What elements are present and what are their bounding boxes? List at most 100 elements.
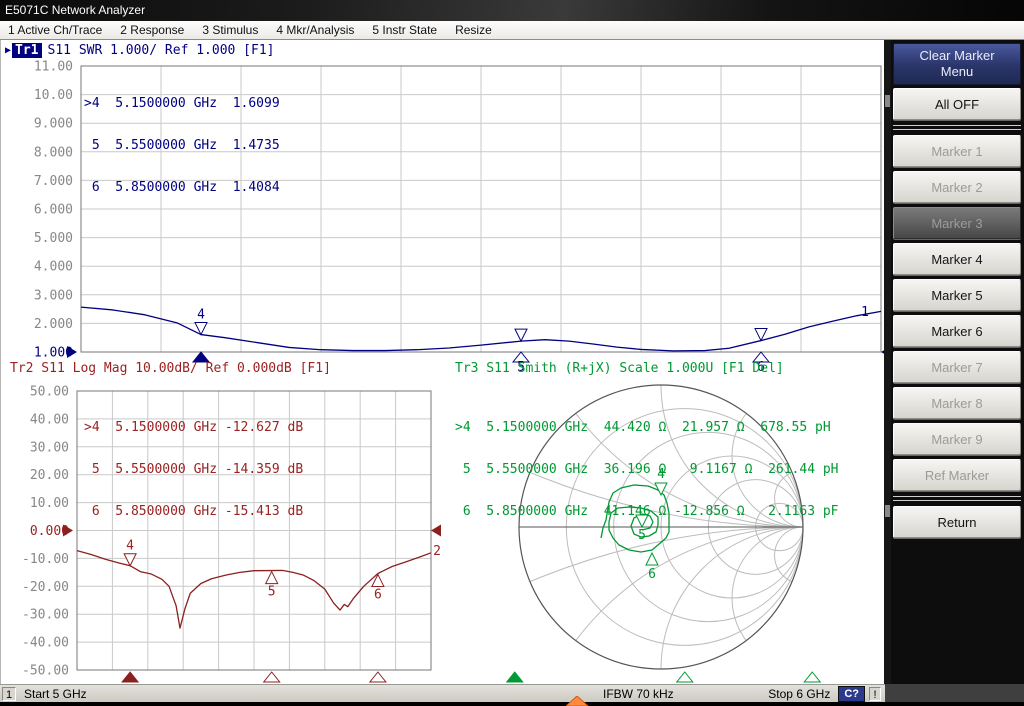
y-axis-label: 10.00: [34, 88, 73, 103]
marker-triangle: [755, 329, 767, 341]
y-axis-label: 5.000: [34, 231, 73, 246]
y-axis-label: -40.00: [22, 636, 69, 651]
tr3-marker-row: >4 5.1500000 GHz 44.420 Ω 21.957 Ω 678.5…: [455, 421, 839, 435]
softkey-marker-5[interactable]: Marker 5: [893, 279, 1021, 311]
softkey-marker-9: Marker 9: [893, 423, 1021, 455]
smith-reactance-arc: [519, 527, 885, 684]
marker-triangle: [372, 574, 384, 586]
y-axis-label: 6.000: [34, 203, 73, 218]
marker-triangle: [515, 329, 527, 341]
tr1-badge[interactable]: Tr1: [12, 43, 41, 58]
softkey-ref-marker: Ref Marker: [893, 459, 1021, 491]
tr3-marker-row: 5 5.5500000 GHz 36.196 Ω 9.1167 Ω 261.44…: [455, 463, 839, 477]
y-axis-label: 7.000: [34, 174, 73, 189]
menu-mkr-analysis[interactable]: 4 Mkr/Analysis: [272, 23, 358, 37]
menu-instr-state[interactable]: 5 Instr State: [368, 23, 441, 37]
scroll-nub: [885, 95, 890, 107]
smith-reactance-arc: [93, 527, 885, 684]
y-axis-label: -30.00: [22, 608, 69, 623]
y-axis-label: 30.00: [30, 440, 69, 455]
y-axis-label: 50.00: [30, 385, 69, 400]
tr2-plot: 2456: [63, 525, 441, 683]
stop-frequency-label[interactable]: Stop 6 GHz: [768, 687, 830, 701]
status-bar: 1 Start 5 GHz IFBW 70 kHz Stop 6 GHz C? …: [0, 684, 885, 702]
stimulus-marker-triangle: [677, 672, 693, 682]
softkey-marker-6[interactable]: Marker 6: [893, 315, 1021, 347]
softkey-all-off[interactable]: All OFF: [893, 88, 1021, 120]
tr3-marker-readout: >4 5.1500000 GHz 44.420 Ω 21.957 Ω 678.5…: [455, 393, 839, 547]
y-axis-label: 20.00: [30, 468, 69, 483]
tr2-marker-readout: >4 5.1500000 GHz -12.627 dB 5 5.5500000 …: [84, 393, 303, 547]
marker-triangle: [124, 554, 136, 566]
scroll-nub: [885, 505, 890, 517]
menu-resize[interactable]: Resize: [451, 23, 496, 37]
softkey-menu-title-line1: Clear Marker: [919, 48, 994, 64]
marker-triangle: [646, 553, 658, 565]
menu-stimulus[interactable]: 3 Stimulus: [198, 23, 262, 37]
softkey-marker-1: Marker 1: [893, 135, 1021, 167]
stimulus-marker-triangle: [264, 672, 280, 682]
tr2-marker-row: 6 5.8500000 GHz -15.413 dB: [84, 505, 303, 519]
tr2-marker-row: 5 5.5500000 GHz -14.359 dB: [84, 463, 303, 477]
stimulus-marker-triangle: [507, 672, 523, 682]
tr1-trace-number: 1: [861, 305, 869, 320]
tr2-header[interactable]: Tr2 S11 Log Mag 10.00dB/ Ref 0.000dB [F1…: [10, 361, 331, 376]
y-axis-label: 9.000: [34, 117, 73, 132]
softkey-marker-7: Marker 7: [893, 351, 1021, 383]
marker-label: 4: [197, 308, 205, 323]
softkey-divider: [893, 496, 1021, 501]
softkey-marker-8: Marker 8: [893, 387, 1021, 419]
mouse-cursor: [566, 696, 590, 706]
smith-reactance-arc: [732, 527, 874, 669]
marker-label: 6: [374, 587, 382, 602]
softkey-sidebar: Clear Marker Menu All OFF Marker 1 Marker …: [884, 40, 1024, 684]
menu-response[interactable]: 2 Response: [116, 23, 188, 37]
active-trace-arrow-icon: ▶: [5, 43, 11, 58]
menu-active-ch-trace[interactable]: 1 Active Ch/Trace: [4, 23, 106, 37]
window-title: E5071C Network Analyzer: [5, 3, 145, 17]
stimulus-marker-triangle: [122, 672, 138, 682]
app-window: E5071C Network Analyzer 1 Active Ch/Trac…: [0, 0, 1024, 706]
softkey-return[interactable]: Return: [893, 506, 1021, 538]
tr1-header: ▶ Tr1 S11 SWR 1.000/ Ref 1.000 [F1]: [5, 43, 275, 58]
y-axis-label: 4.000: [34, 260, 73, 275]
tr1-marker-row: 5 5.5500000 GHz 1.4735: [84, 139, 280, 153]
marker-label: 5: [268, 585, 276, 600]
y-axis-label: -50.00: [22, 664, 69, 679]
marker-label: 6: [648, 567, 656, 582]
softkey-scroll-strip[interactable]: [884, 40, 891, 684]
channel-indicator: 1: [2, 687, 16, 701]
tr2-marker-row: >4 5.1500000 GHz -12.627 dB: [84, 421, 303, 435]
y-axis-label: 2.000: [34, 317, 73, 332]
menu-bar: 1 Active Ch/Trace 2 Response 3 Stimulus …: [0, 21, 1024, 40]
tr1-marker-readout: >4 5.1500000 GHz 1.6099 5 5.5500000 GHz …: [84, 69, 280, 223]
y-axis-label: 3.000: [34, 288, 73, 303]
softkey-menu-title: Clear Marker Menu: [893, 43, 1021, 85]
tr3-marker-row: 6 5.8500000 GHz 41.146 Ω -12.856 Ω 2.116…: [455, 505, 839, 519]
window-bottom-edge: [0, 702, 1024, 706]
y-axis-label: 40.00: [30, 412, 69, 427]
softkey-marker-2: Marker 2: [893, 171, 1021, 203]
start-frequency-label[interactable]: Start 5 GHz: [24, 687, 87, 701]
softkey-marker-4[interactable]: Marker 4: [893, 243, 1021, 275]
softkey-marker-3[interactable]: Marker 3: [893, 207, 1021, 239]
y-axis-label: -20.00: [22, 580, 69, 595]
stimulus-marker-triangle: [804, 672, 820, 682]
tr1-format-text: S11 SWR 1.000/ Ref 1.000 [F1]: [48, 43, 275, 58]
y-axis-label: -10.00: [22, 552, 69, 567]
tr3-header[interactable]: Tr3 S11 Smith (R+jX) Scale 1.000U [F1 De…: [455, 361, 784, 376]
softkey-menu-title-line2: Menu: [941, 64, 974, 80]
ifbw-label[interactable]: IFBW 70 kHz: [603, 687, 674, 701]
stimulus-marker-triangle: [370, 672, 386, 682]
y-axis-label: 10.00: [30, 496, 69, 511]
tr1-marker-row: >4 5.1500000 GHz 1.6099: [84, 97, 280, 111]
tr2-trace-number: 2: [433, 544, 441, 559]
title-bar: E5071C Network Analyzer: [0, 0, 1024, 21]
y-axis-label: 8.000: [34, 145, 73, 160]
marker-triangle: [266, 572, 278, 584]
y-axis-label: 11.00: [34, 60, 73, 75]
softkey-divider: [893, 125, 1021, 130]
status-bar-right-filler: [885, 684, 1024, 702]
ref-level-arrow-icon: [431, 525, 441, 537]
tr1-marker-row: 6 5.8500000 GHz 1.4084: [84, 181, 280, 195]
